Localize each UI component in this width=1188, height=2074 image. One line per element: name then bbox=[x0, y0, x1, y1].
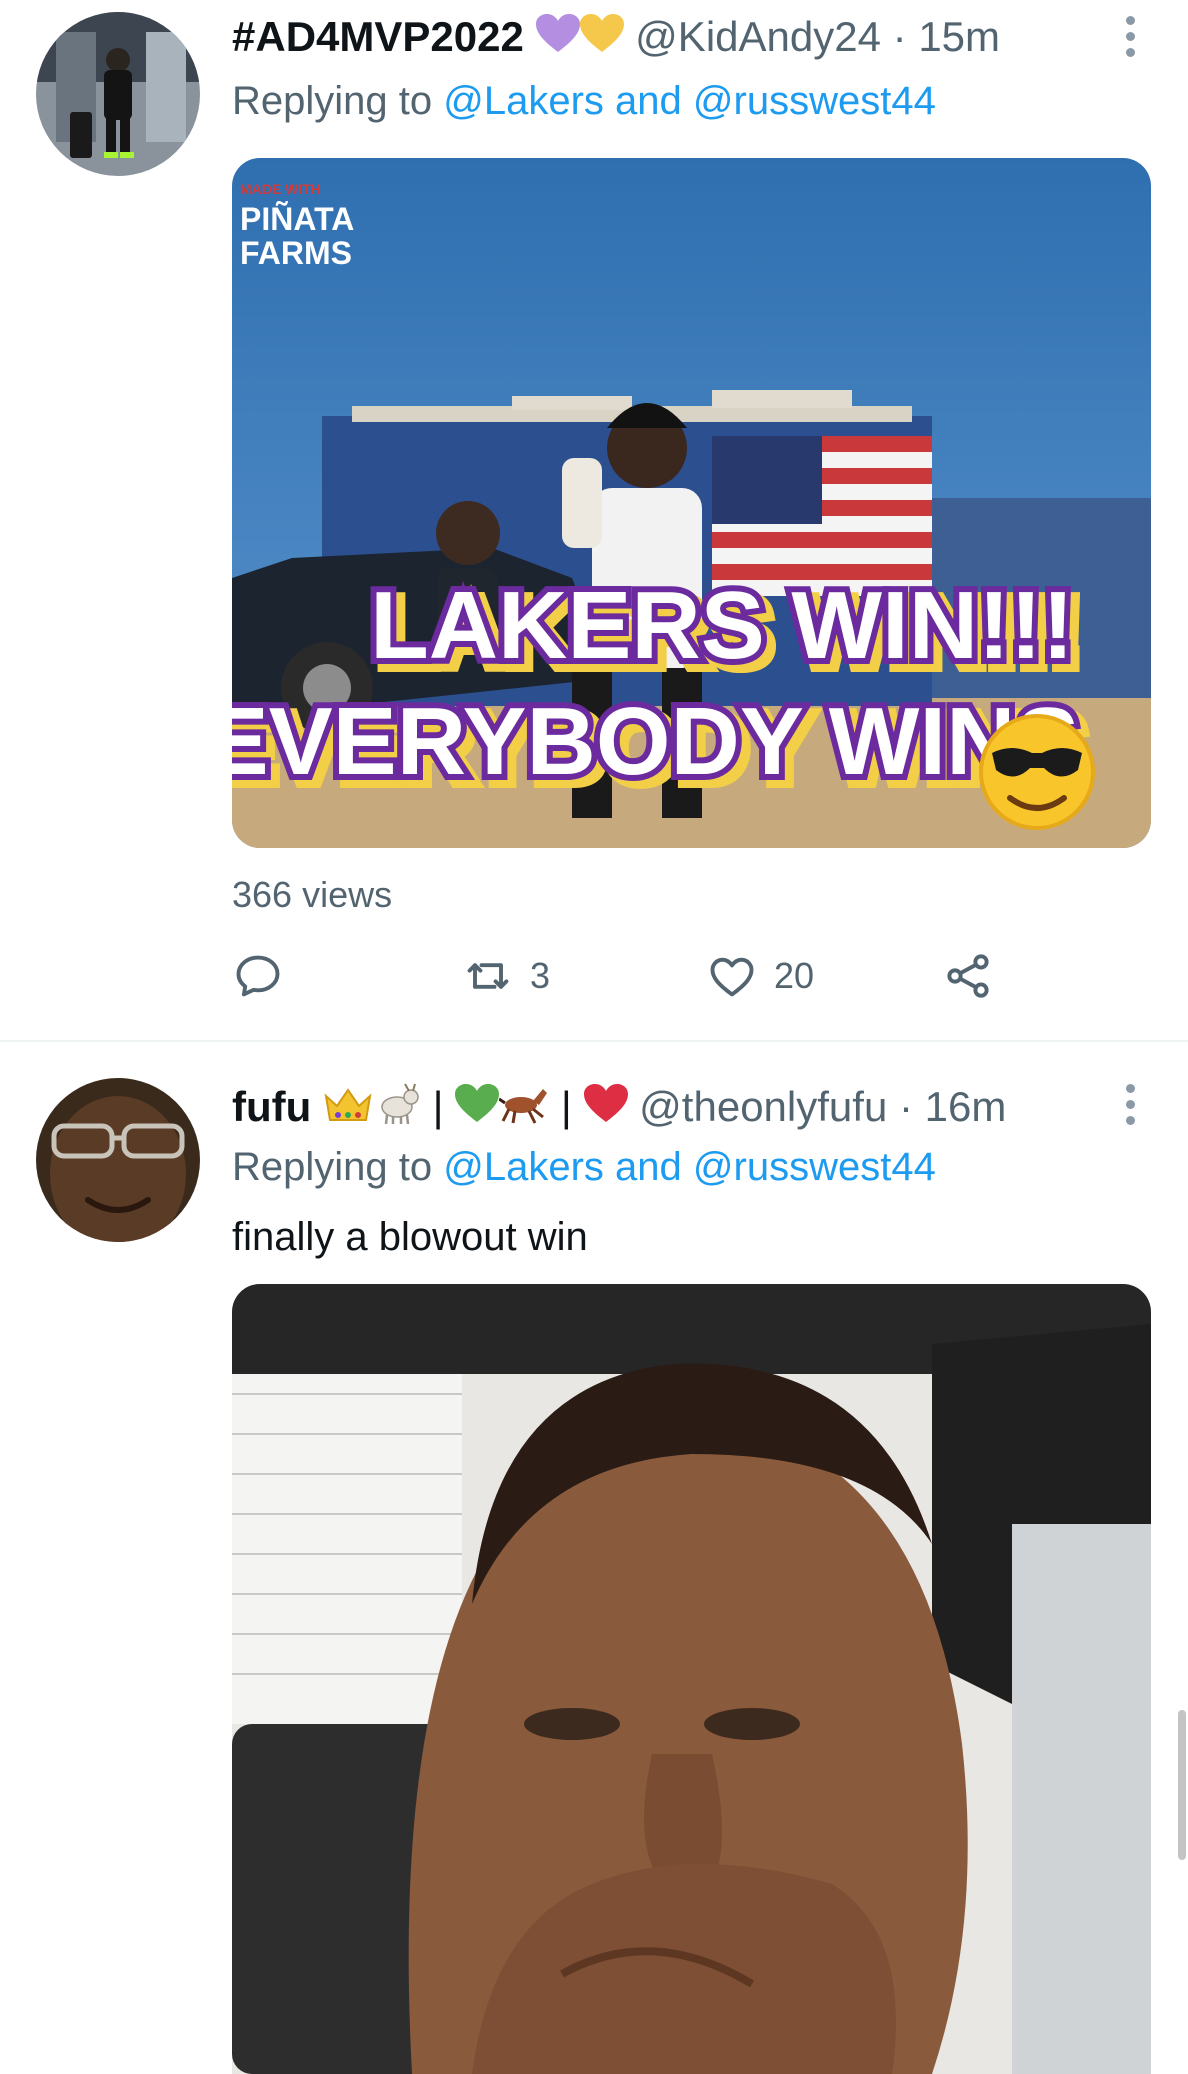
horse-icon bbox=[498, 1083, 549, 1136]
heart-icon bbox=[710, 957, 754, 997]
timestamp[interactable]: 16m bbox=[925, 1083, 1007, 1130]
pipe-divider: | bbox=[432, 1083, 444, 1130]
replying-to: Replying to @Lakers and @russwest44 bbox=[232, 1142, 936, 1192]
goat-icon bbox=[373, 1083, 421, 1136]
tweet-actions: 3 20 bbox=[232, 950, 1032, 1010]
like-button[interactable]: 20 bbox=[706, 950, 814, 1002]
mention-lakers[interactable]: @Lakers bbox=[443, 79, 604, 123]
avatar[interactable] bbox=[36, 1078, 200, 1242]
more-options-icon[interactable] bbox=[1126, 1084, 1138, 1132]
more-options-icon[interactable] bbox=[1126, 16, 1138, 64]
red-heart-icon bbox=[583, 1084, 628, 1135]
separator-dot: · bbox=[892, 13, 907, 60]
tweet-text: finally a blowout win bbox=[232, 1215, 588, 1259]
display-name[interactable]: #AD4MVP2022 bbox=[232, 13, 524, 60]
replying-and[interactable]: and bbox=[615, 79, 682, 123]
caption-line-2: EVERYBODY WINS bbox=[232, 688, 1079, 795]
mention-russwest44[interactable]: @russwest44 bbox=[693, 79, 936, 123]
retweet-icon bbox=[467, 963, 509, 989]
tweet-divider bbox=[0, 1040, 1188, 1042]
reply-icon bbox=[236, 955, 280, 997]
tweet-photo[interactable] bbox=[232, 1284, 1151, 2074]
tweet-header: fufu | | @theonlyfufu · 16m bbox=[232, 1082, 1006, 1136]
sunglasses-emoji-icon bbox=[979, 714, 1095, 830]
window-blinds bbox=[232, 1374, 462, 1724]
replying-prefix: Replying to bbox=[232, 1145, 433, 1189]
replying-prefix: Replying to bbox=[232, 79, 433, 123]
green-heart-icon bbox=[455, 1084, 500, 1135]
watermark-brand-2: FARMS bbox=[240, 235, 352, 271]
timestamp[interactable]: 15m bbox=[918, 13, 1000, 60]
purple-heart-icon bbox=[535, 14, 580, 65]
tweet-video[interactable]: MADE WITH PIÑATA FARMS LAKERS WIN!!! LAK… bbox=[232, 158, 1151, 848]
mention-russwest44[interactable]: @russwest44 bbox=[693, 1145, 936, 1189]
watermark-top: MADE WITH bbox=[240, 181, 321, 197]
share-icon bbox=[947, 954, 989, 998]
replying-and[interactable]: and bbox=[615, 1145, 682, 1189]
scrollbar[interactable] bbox=[1178, 1710, 1186, 1860]
retweet-button[interactable]: 3 bbox=[462, 950, 550, 1002]
tweet-header: #AD4MVP2022 @KidAndy24 · 15m bbox=[232, 12, 1000, 65]
replying-to: Replying to @Lakers and @russwest44 bbox=[232, 76, 936, 126]
share-button[interactable] bbox=[942, 950, 994, 1002]
mention-lakers[interactable]: @Lakers bbox=[443, 1145, 604, 1189]
crown-icon bbox=[323, 1084, 373, 1135]
avatar[interactable] bbox=[36, 12, 200, 176]
watermark-brand-1: PIÑATA bbox=[240, 201, 354, 237]
view-count: 366 views bbox=[232, 874, 393, 915]
yellow-heart-icon bbox=[579, 14, 624, 65]
display-name[interactable]: fufu bbox=[232, 1083, 311, 1130]
separator-dot: · bbox=[898, 1083, 913, 1130]
user-handle[interactable]: @KidAndy24 bbox=[635, 13, 881, 60]
reply-button[interactable] bbox=[232, 950, 284, 1002]
retweet-count: 3 bbox=[530, 955, 551, 996]
user-handle[interactable]: @theonlyfufu bbox=[639, 1083, 887, 1130]
caption-line-1: LAKERS WIN!!! bbox=[370, 572, 1074, 679]
pipe-divider: | bbox=[560, 1083, 572, 1130]
like-count: 20 bbox=[774, 955, 815, 996]
